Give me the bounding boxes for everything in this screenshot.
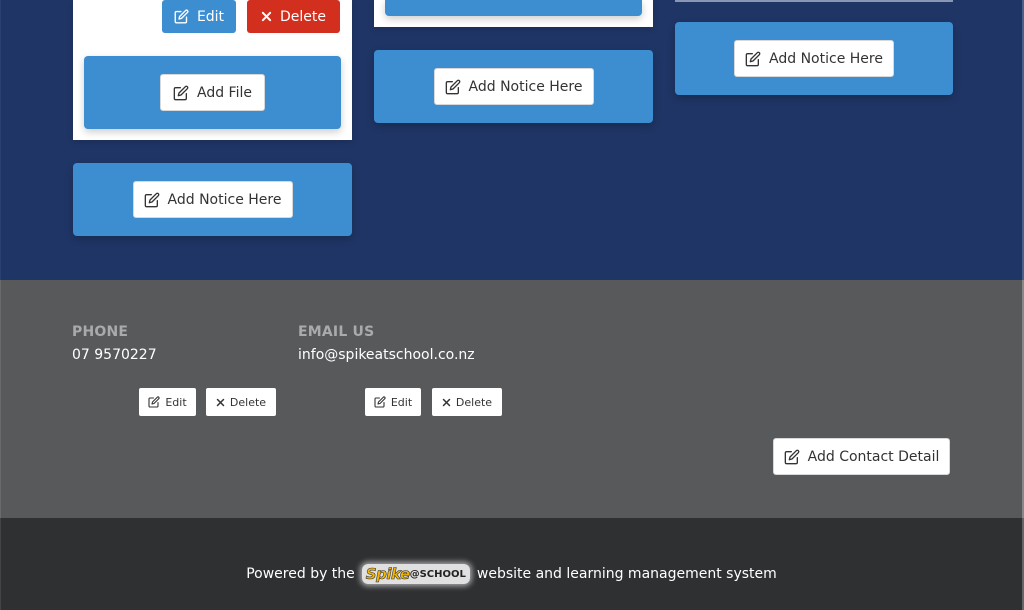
add-notice-button[interactable]: Add Notice Here xyxy=(132,181,293,218)
add-file-button[interactable]: Add File xyxy=(160,74,265,111)
edit-icon xyxy=(374,396,386,408)
add-contact-detail-button[interactable]: Add Contact Detail xyxy=(773,438,950,475)
close-icon xyxy=(216,398,225,406)
edit-button[interactable]: Edit xyxy=(162,0,236,33)
spike-at-school-logo[interactable]: Spike @SCHOOL xyxy=(361,564,470,584)
logo-school-text: @SCHOOL xyxy=(409,568,466,580)
add-notice-button[interactable]: Add Notice Here xyxy=(734,40,894,77)
logo-spike-text: Spike xyxy=(365,565,410,584)
edit-icon xyxy=(784,449,800,464)
edit-label: Edit xyxy=(196,8,225,25)
delete-label: Delete xyxy=(280,8,326,25)
add-notice-label: Add Notice Here xyxy=(769,50,883,67)
edit-icon xyxy=(148,396,160,408)
phone-label: PHONE xyxy=(72,324,129,340)
edit-icon xyxy=(445,79,460,94)
notice-card-2 xyxy=(374,0,653,27)
email-delete-button[interactable]: Delete xyxy=(432,388,502,416)
close-icon xyxy=(261,11,272,22)
footer: Powered by the Spike @SCHOOL website and… xyxy=(0,518,1024,610)
phone-edit-button[interactable]: Edit xyxy=(139,388,196,416)
edit-icon xyxy=(745,51,761,66)
notices-section: Edit Delete Add File Add Notice Here Add… xyxy=(0,0,1024,280)
delete-button[interactable]: Delete xyxy=(247,0,340,33)
footer-credit: Powered by the Spike @SCHOOL website and… xyxy=(1,564,1022,584)
email-edit-button[interactable]: Edit xyxy=(365,388,421,416)
add-contact-detail-label: Add Contact Detail xyxy=(807,448,940,465)
notice-card-3-edge xyxy=(675,0,953,2)
edit-icon xyxy=(144,192,159,207)
edit-label: Edit xyxy=(390,395,413,409)
add-notice-label: Add Notice Here xyxy=(468,78,583,95)
add-notice-block-1: Add Notice Here xyxy=(73,163,352,236)
email-label: EMAIL US xyxy=(298,324,375,340)
close-icon xyxy=(442,398,451,406)
add-notice-label: Add Notice Here xyxy=(167,191,282,208)
add-file-label: Add File xyxy=(197,84,252,101)
footer-prefix: Powered by the xyxy=(246,566,355,582)
phone-delete-button[interactable]: Delete xyxy=(206,388,276,416)
phone-value: 07 9570227 xyxy=(72,347,157,363)
delete-label: Delete xyxy=(455,395,493,409)
notice-card-1: Edit Delete Add File xyxy=(73,0,352,140)
edit-icon xyxy=(174,9,189,24)
add-notice-button[interactable]: Add Notice Here xyxy=(433,68,594,105)
edit-icon xyxy=(173,85,189,100)
edit-label: Edit xyxy=(165,395,187,409)
notice-card-2-block xyxy=(385,0,642,16)
footer-suffix: website and learning management system xyxy=(476,566,777,582)
add-notice-block-2: Add Notice Here xyxy=(374,50,653,123)
add-file-block: Add File xyxy=(84,56,341,129)
contact-section: PHONE 07 9570227 Edit Delete EMAIL US in… xyxy=(0,280,1024,518)
add-notice-block-3: Add Notice Here xyxy=(675,22,953,95)
email-value: info@spikeatschool.co.nz xyxy=(298,347,475,363)
delete-label: Delete xyxy=(229,395,267,409)
